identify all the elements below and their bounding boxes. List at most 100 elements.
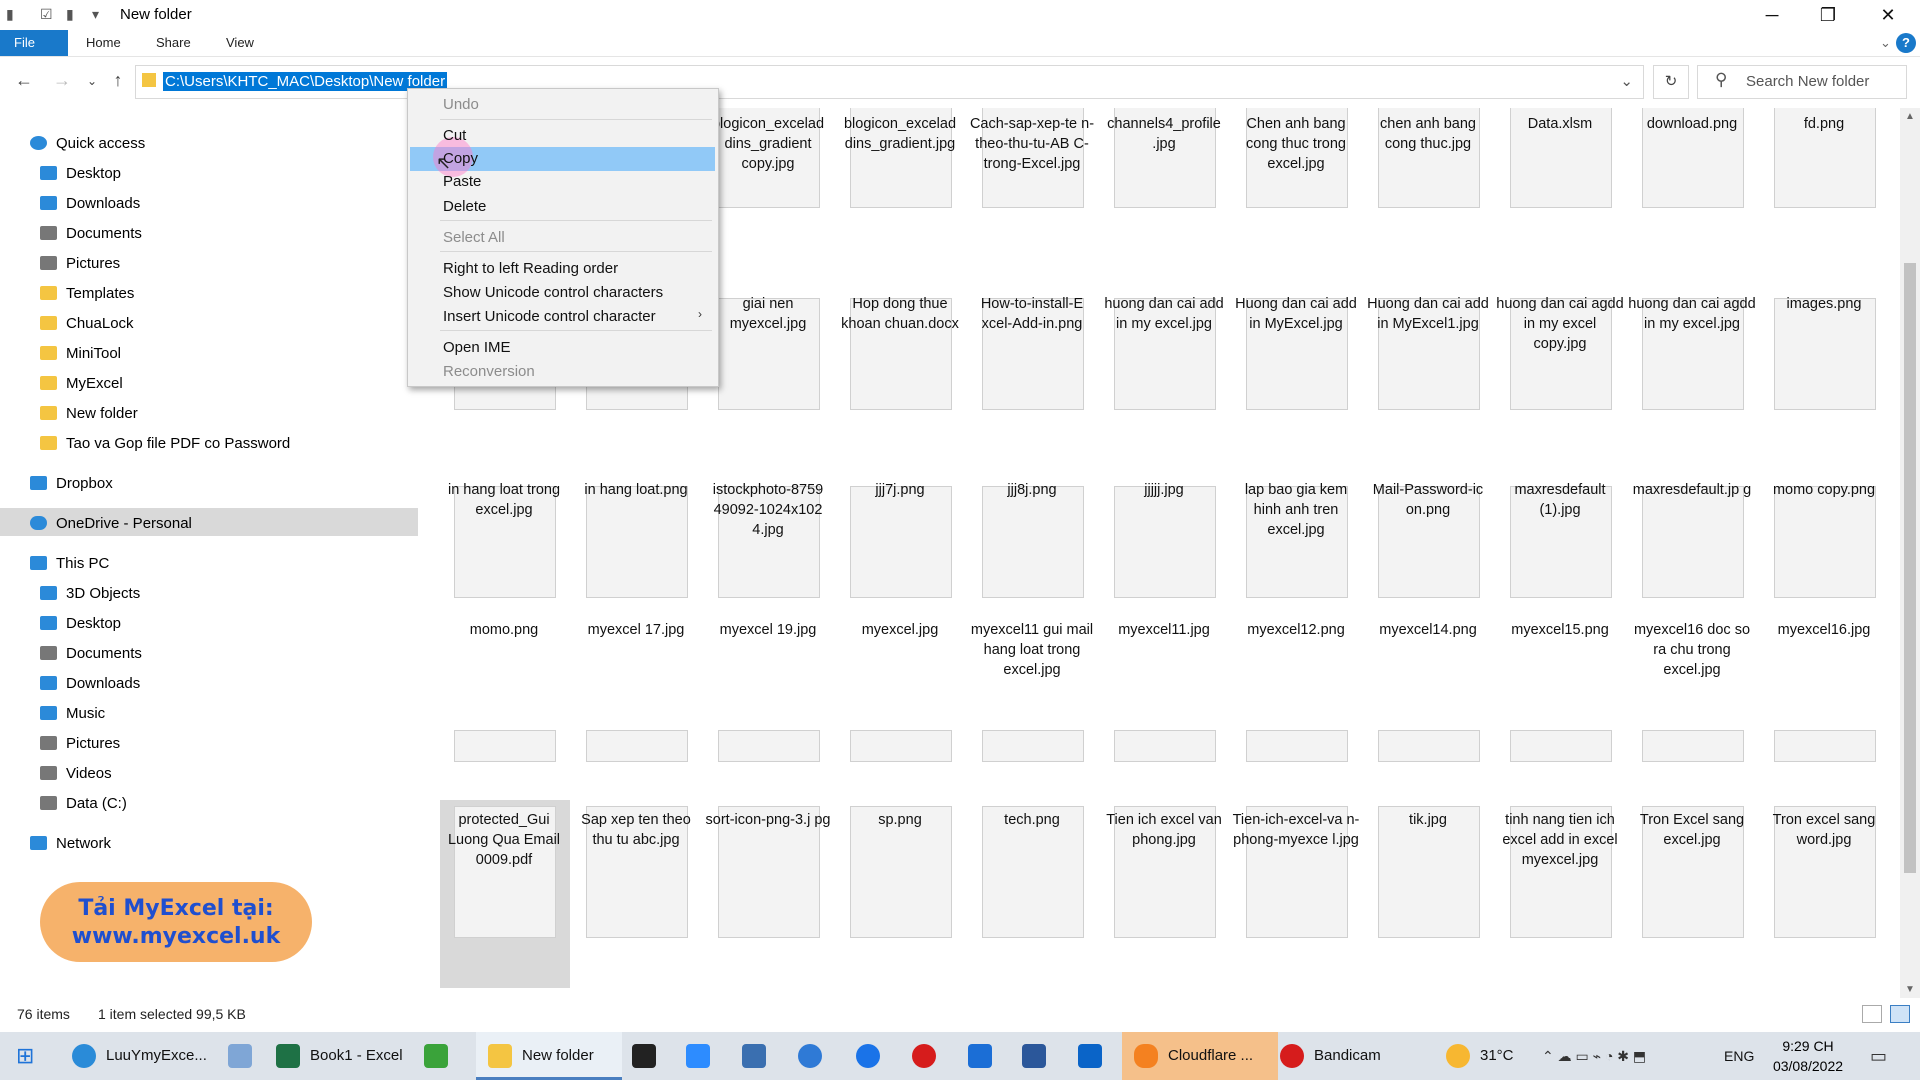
drive-icon: [40, 796, 57, 810]
check-icon[interactable]: ☑: [40, 6, 53, 23]
taskbar-app-explorer[interactable]: New folder: [476, 1032, 622, 1080]
tab-view[interactable]: View: [212, 30, 268, 56]
nav-item-pictures[interactable]: Pictures: [40, 251, 120, 277]
notification-icon[interactable]: ▭: [1870, 1032, 1887, 1080]
promo-banner: Tải MyExcel tại: www.myexcel.uk: [40, 882, 312, 962]
nav-item-myexcel[interactable]: MyExcel: [40, 371, 123, 397]
address-input[interactable]: C:\Users\KHTC_MAC\Desktop\New folder: [163, 72, 448, 91]
file-name: blogicon_excelad dins_gradient copy.jpg: [711, 116, 825, 172]
window-title: New folder: [120, 6, 192, 23]
menu-item-show-unicode[interactable]: Show Unicode control characters: [443, 284, 663, 301]
scroll-down-icon[interactable]: ▼: [1905, 984, 1915, 995]
star-icon: [30, 136, 47, 150]
clock[interactable]: 9:29 CH 03/08/2022: [1768, 1036, 1848, 1076]
folder-icon[interactable]: ▮: [66, 6, 74, 23]
cube-icon: [40, 586, 57, 600]
dropdown-icon[interactable]: ▾: [92, 6, 99, 23]
menu-item-cut[interactable]: Cut: [443, 127, 466, 144]
taskbar-app-label: Bandicam: [1314, 1047, 1381, 1064]
taskbar-app-outlook[interactable]: [1078, 1032, 1112, 1080]
language-indicator[interactable]: ENG: [1724, 1032, 1754, 1080]
vertical-scrollbar[interactable]: ▲ ▼: [1900, 108, 1920, 998]
nav-item-music[interactable]: Music: [40, 701, 105, 727]
taskbar-app-recorder[interactable]: [912, 1032, 946, 1080]
taskbar-app-hub[interactable]: [798, 1032, 832, 1080]
weather-widget[interactable]: 31°C: [1446, 1032, 1514, 1080]
file-name: blogicon_excelad dins_gradient.jpg: [843, 116, 957, 152]
tab-home[interactable]: Home: [72, 30, 135, 56]
obs-icon: [632, 1044, 656, 1069]
excel-icon: [276, 1044, 300, 1069]
address-bar[interactable]: C:\Users\KHTC_MAC\Desktop\New folder ⌄: [135, 65, 1644, 99]
chevron-down-icon[interactable]: ⌄: [1620, 72, 1633, 90]
nav-item-desktop[interactable]: Desktop: [40, 161, 121, 187]
scroll-up-icon[interactable]: ▲: [1905, 111, 1915, 122]
menu-item-delete[interactable]: Delete: [443, 198, 486, 215]
minimize-button[interactable]: ─: [1744, 0, 1800, 30]
file-name: chen anh bang cong thuc.jpg: [1380, 116, 1476, 152]
taskbar-app-word[interactable]: [1022, 1032, 1056, 1080]
tab-file[interactable]: File: [0, 30, 68, 56]
taskbar-app-pen[interactable]: [742, 1032, 776, 1080]
document-icon: [40, 226, 57, 240]
file-thumbnail: [1774, 730, 1876, 762]
taskbar-app-notepad[interactable]: [228, 1032, 262, 1080]
taskbar-app-excel[interactable]: Book1 - Excel: [276, 1032, 403, 1080]
nav-onedrive[interactable]: OneDrive - Personal: [30, 511, 192, 537]
menu-item-undo[interactable]: Undo: [443, 96, 479, 113]
search-input[interactable]: ⚲ Search New folder: [1697, 65, 1907, 99]
tab-share[interactable]: Share: [142, 30, 205, 56]
forward-arrow-icon[interactable]: →: [50, 70, 74, 91]
menu-item-select-all[interactable]: Select All: [443, 229, 505, 246]
taskbar-app-camtasia[interactable]: [424, 1032, 458, 1080]
nav-network[interactable]: Network: [30, 831, 111, 857]
taskbar-app-cloudflare[interactable]: Cloudflare ...: [1122, 1032, 1278, 1080]
taskbar-app-photos[interactable]: [968, 1032, 1002, 1080]
close-button[interactable]: ✕: [1860, 0, 1916, 30]
nav-item-videos[interactable]: Videos: [40, 761, 112, 787]
pictures-icon: [40, 256, 57, 270]
nav-item-data-c[interactable]: Data (C:): [40, 791, 127, 817]
help-icon[interactable]: ?: [1896, 33, 1916, 53]
nav-quick-access[interactable]: Quick access: [30, 131, 145, 157]
nav-item-tao-va-gop[interactable]: Tao va Gop file PDF co Password: [40, 431, 290, 457]
taskbar-app-browser[interactable]: LuuYmyExce...: [72, 1032, 207, 1080]
nav-item-downloads[interactable]: Downloads: [40, 191, 140, 217]
nav-item-pc-desktop[interactable]: Desktop: [40, 611, 121, 637]
nav-item-templates[interactable]: Templates: [40, 281, 134, 307]
details-view-icon[interactable]: [1862, 1005, 1882, 1023]
edge-icon: [72, 1044, 96, 1069]
menu-item-rtl-reading-order[interactable]: Right to left Reading order: [443, 260, 618, 277]
nav-item-pc-downloads[interactable]: Downloads: [40, 671, 140, 697]
nav-item-3d-objects[interactable]: 3D Objects: [40, 581, 140, 607]
nav-item-chualock[interactable]: ChuaLock: [40, 311, 134, 337]
menu-item-paste[interactable]: Paste: [443, 173, 481, 190]
menu-item-open-ime[interactable]: Open IME: [443, 339, 511, 356]
system-tray-icons[interactable]: ⌃ ☁ ▭ ⌁ ◔ ✱ ⬒: [1542, 1032, 1646, 1080]
back-arrow-icon[interactable]: ←: [12, 70, 36, 91]
scrollbar-thumb[interactable]: [1904, 263, 1916, 873]
restore-button[interactable]: ❐: [1800, 0, 1856, 30]
taskbar-app-zoom[interactable]: [686, 1032, 720, 1080]
nav-item-pc-pictures[interactable]: Pictures: [40, 731, 120, 757]
navigation-pane: Quick access Desktop Downloads Documents…: [0, 108, 420, 1008]
nav-item-new-folder[interactable]: New folder: [40, 401, 138, 427]
taskbar-app-bandicam[interactable]: Bandicam: [1280, 1032, 1381, 1080]
file-thumbnail: [1774, 486, 1876, 598]
nav-item-pc-documents[interactable]: Documents: [40, 641, 142, 667]
nav-dropbox[interactable]: Dropbox: [30, 471, 113, 497]
menu-item-insert-unicode[interactable]: Insert Unicode control character: [443, 308, 656, 325]
taskbar-app-teamviewer[interactable]: [856, 1032, 890, 1080]
nav-this-pc[interactable]: This PC: [30, 551, 109, 577]
menu-item-reconversion[interactable]: Reconversion: [443, 363, 535, 380]
up-arrow-icon[interactable]: ↑: [106, 70, 130, 91]
windows-start-icon[interactable]: ⊞: [16, 1032, 34, 1080]
large-icons-view-icon[interactable]: [1890, 1005, 1910, 1023]
taskbar-app-obs[interactable]: [632, 1032, 666, 1080]
temperature: 31°C: [1480, 1047, 1514, 1064]
refresh-button[interactable]: ↻: [1653, 65, 1689, 99]
nav-item-documents[interactable]: Documents: [40, 221, 142, 247]
file-name: myexcel12.png: [1247, 622, 1345, 638]
recent-locations-icon[interactable]: ⌄: [80, 74, 104, 88]
nav-item-minitool[interactable]: MiniTool: [40, 341, 121, 367]
